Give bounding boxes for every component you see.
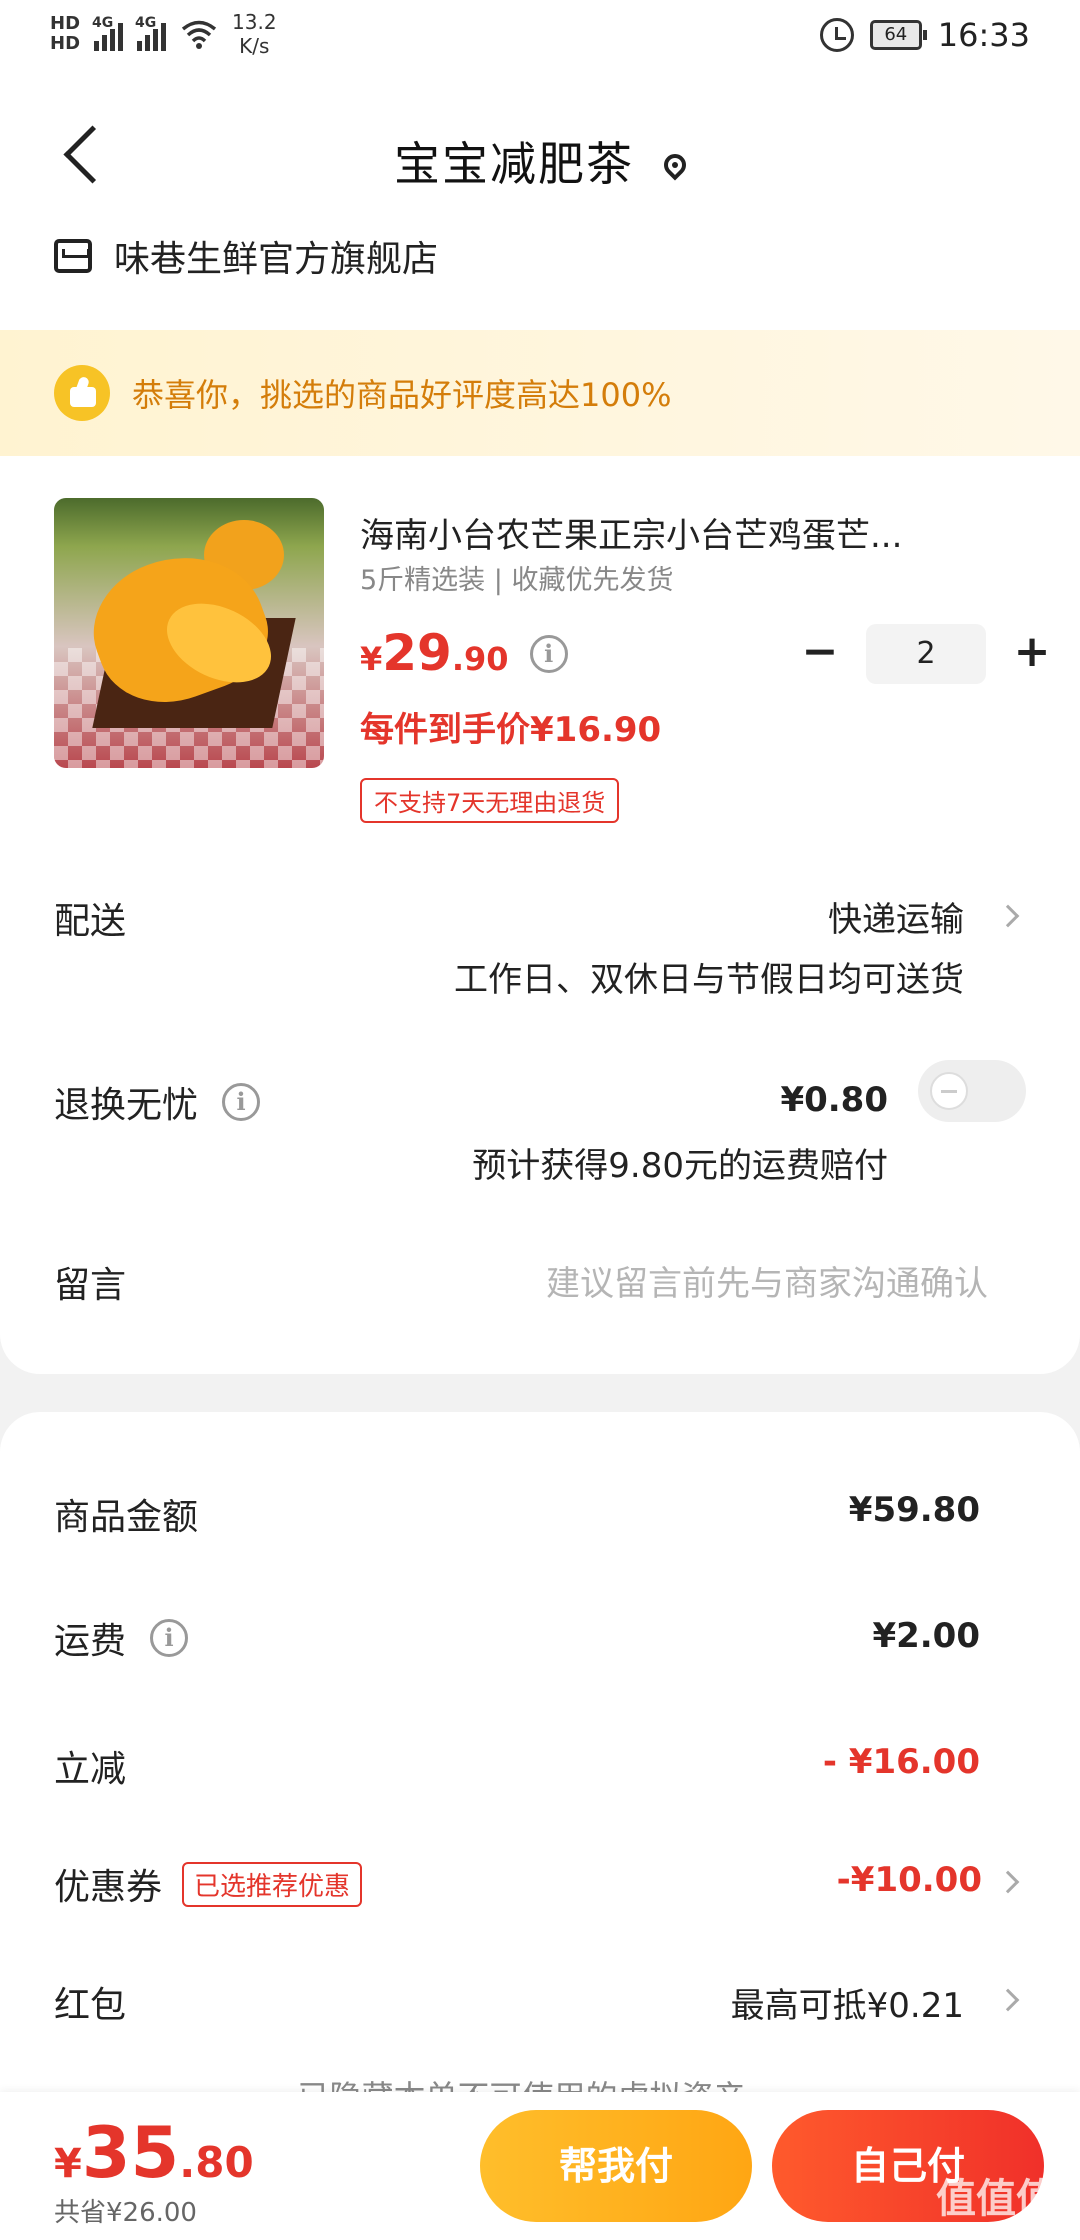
price-info-icon[interactable]: i bbox=[529, 635, 568, 673]
watermark-url: zhizhizhi.com bbox=[931, 2219, 1040, 2238]
wifi-icon bbox=[181, 20, 217, 49]
return-note: 预计获得9.80元的运费赔付 bbox=[472, 1146, 888, 1186]
redpack-chevron-icon[interactable] bbox=[996, 1988, 1020, 2012]
banner-text: 恭喜你，挑选的商品好评度高达100% bbox=[132, 376, 672, 414]
price-decimal: .90 bbox=[451, 640, 509, 678]
store-icon bbox=[54, 239, 92, 273]
status-left: HD HD 4G 4G 13.2 K/s bbox=[50, 10, 277, 58]
shipping-label: 运费 bbox=[54, 1621, 127, 1662]
shipping-info-icon[interactable]: i bbox=[150, 1619, 189, 1657]
order-card: 海南小台农芒果正宗小台芒鸡蛋芒... 5斤精选装 | 收藏优先发货 ¥29.90… bbox=[0, 456, 1080, 1374]
store-row[interactable]: 味巷生鲜官方旗舰店 bbox=[54, 230, 438, 282]
redpack-value[interactable]: 最高可抵¥0.21 bbox=[731, 1978, 964, 2027]
status-right: 64 16:33 bbox=[819, 16, 1030, 54]
redpack-label: 红包 bbox=[54, 1985, 127, 2026]
title-wrap: 宝宝减肥茶 bbox=[0, 128, 1080, 194]
shipping-value: ¥2.00 bbox=[872, 1616, 980, 1656]
delivery-chevron-icon[interactable] bbox=[996, 904, 1020, 928]
network-speed: 13.2 K/s bbox=[232, 10, 277, 58]
help-me-pay-button[interactable]: 帮我付 bbox=[480, 2110, 752, 2222]
delivery-method[interactable]: 快递运输 bbox=[828, 892, 964, 941]
discount-value: - ¥16.00 bbox=[822, 1742, 980, 1782]
unit-price: 每件到手价¥16.90 bbox=[360, 710, 662, 750]
product-image[interactable] bbox=[54, 498, 324, 768]
goods-amount-value: ¥59.80 bbox=[848, 1490, 980, 1530]
clock: 16:33 bbox=[937, 16, 1030, 54]
discount-label: 立减 bbox=[54, 1749, 127, 1790]
network-speed-value: 13.2 bbox=[232, 10, 277, 34]
product-price: ¥29.90 i bbox=[360, 624, 568, 682]
summary-card: 商品金额 ¥59.80 运费 i ¥2.00 立减 - ¥16.00 优惠券 已选… bbox=[0, 1412, 1080, 2116]
return-label: 退换无忧 bbox=[54, 1085, 199, 1126]
product-spec: 5斤精选装 | 收藏优先发货 bbox=[360, 565, 674, 596]
location-pin-icon[interactable] bbox=[659, 149, 691, 181]
total-decimal: .80 bbox=[179, 2138, 254, 2187]
status-bar: HD HD 4G 4G 13.2 K/s 64 16:33 bbox=[0, 0, 1080, 80]
network-speed-unit: K/s bbox=[239, 34, 270, 58]
watermark: 值值值 bbox=[936, 2176, 1056, 2222]
product-title[interactable]: 海南小台农芒果正宗小台芒鸡蛋芒... bbox=[360, 508, 990, 557]
total-price: ¥35.80 bbox=[54, 2112, 254, 2194]
price-currency: ¥ bbox=[360, 640, 383, 678]
quantity-input[interactable]: 2 bbox=[866, 624, 986, 684]
coupon-tag: 已选推荐优惠 bbox=[182, 1862, 363, 1907]
hd-indicator-1: HD bbox=[50, 13, 81, 34]
return-label-row: 退换无忧 i bbox=[54, 1076, 261, 1128]
return-toggle[interactable] bbox=[918, 1060, 1026, 1122]
return-price: ¥0.80 bbox=[780, 1080, 888, 1120]
saved-amount: 共省¥26.00 bbox=[54, 2198, 197, 2228]
delivery-label: 配送 bbox=[54, 901, 127, 942]
coupon-value[interactable]: -¥10.00 bbox=[837, 1860, 982, 1900]
battery-icon: 64 bbox=[869, 20, 927, 50]
coupon-chevron-icon[interactable] bbox=[996, 1870, 1020, 1894]
header: 宝宝减肥茶 味巷生鲜官方旗舰店 bbox=[0, 80, 1080, 330]
increase-button[interactable]: + bbox=[1002, 624, 1062, 684]
return-info-icon[interactable]: i bbox=[222, 1083, 261, 1121]
bottom-bar: ¥35.80 共省¥26.00 帮我付 自己付 值值值 zhizhizhi.co… bbox=[0, 2092, 1080, 2240]
page-title: 宝宝减肥茶 bbox=[394, 137, 634, 191]
total-currency: ¥ bbox=[54, 2141, 82, 2187]
total-integer: 35 bbox=[81, 2112, 180, 2194]
hd-indicators: HD HD bbox=[50, 14, 80, 54]
network-type-1: 4G bbox=[92, 15, 114, 31]
coupon-label-row: 优惠券 已选推荐优惠 bbox=[54, 1858, 363, 1910]
goods-amount-label: 商品金额 bbox=[54, 1497, 199, 1538]
message-label: 留言 bbox=[54, 1265, 127, 1306]
praise-banner: 恭喜你，挑选的商品好评度高达100% bbox=[0, 330, 1080, 456]
delivery-note: 工作日、双休日与节假日均可送货 bbox=[454, 960, 964, 1000]
no-return-tag: 不支持7天无理由退货 bbox=[360, 778, 620, 823]
shipping-label-row: 运费 i bbox=[54, 1612, 189, 1664]
message-input[interactable]: 建议留言前先与商家沟通确认 bbox=[546, 1256, 988, 1305]
decrease-button[interactable]: − bbox=[790, 624, 850, 684]
price-integer: 29 bbox=[382, 624, 452, 682]
quantity-stepper: − 2 + bbox=[790, 624, 1062, 684]
store-name: 味巷生鲜官方旗舰店 bbox=[114, 239, 439, 280]
toggle-knob bbox=[930, 1072, 968, 1110]
signal-icon-2: 4G bbox=[135, 15, 167, 51]
network-type-2: 4G bbox=[135, 15, 157, 31]
coupon-label: 优惠券 bbox=[54, 1867, 163, 1908]
hd-indicator-2: HD bbox=[50, 33, 81, 54]
thumbs-up-icon bbox=[54, 365, 110, 421]
alarm-icon bbox=[819, 18, 854, 52]
signal-icon-1: 4G bbox=[92, 15, 124, 51]
